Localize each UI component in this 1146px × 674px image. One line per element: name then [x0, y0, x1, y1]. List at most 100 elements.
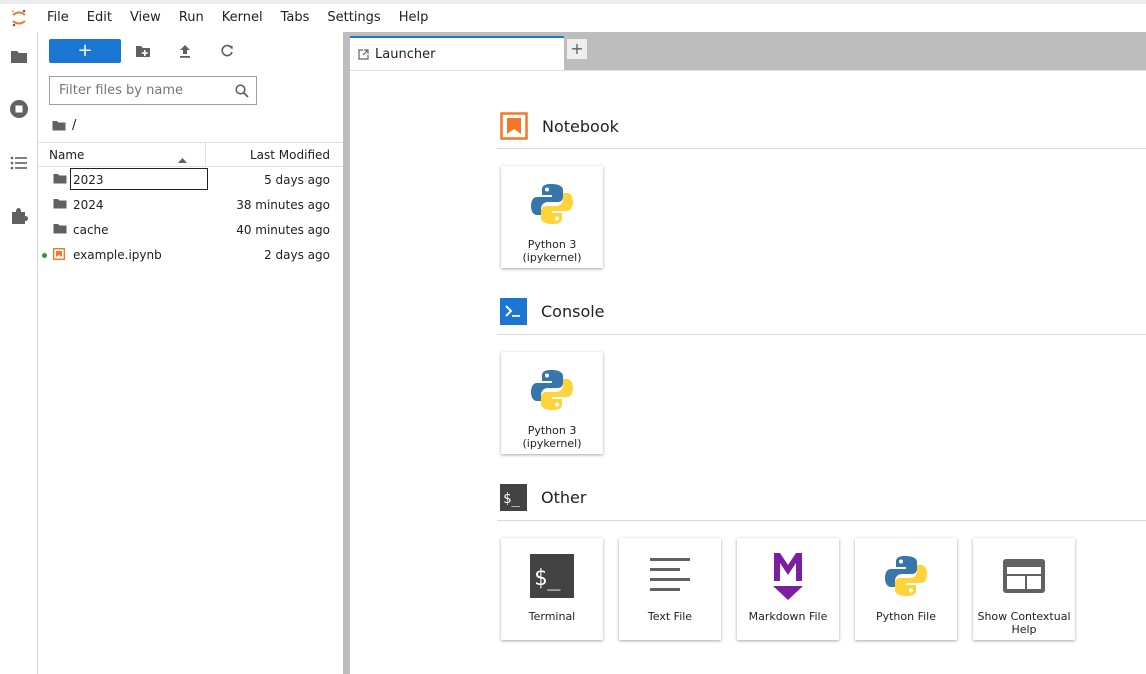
terminal-icon: $_ [500, 483, 527, 511]
extension-manager-tab[interactable] [0, 196, 37, 236]
menu-file[interactable]: File [38, 4, 78, 32]
menu-settings[interactable]: Settings [318, 4, 389, 32]
folder-icon[interactable] [52, 120, 66, 131]
menu-view[interactable]: View [121, 4, 170, 32]
table-of-contents-tab[interactable] [0, 143, 37, 183]
section-console: Console [500, 297, 605, 325]
plus-icon: + [77, 40, 93, 61]
new-launcher-button[interactable]: + [49, 39, 121, 63]
notebook-icon [500, 112, 528, 140]
upload-icon [180, 44, 190, 58]
file-modified: 38 minutes ago [236, 198, 330, 212]
table-row[interactable]: 2024 38 minutes ago [38, 193, 343, 218]
main-area: Launcher + Notebook Python 3 (ipykernel)… [350, 32, 1146, 674]
file-list-header: Name Last Modified [38, 142, 343, 167]
table-row[interactable]: example.ipynb 2 days ago [38, 243, 343, 268]
python-icon [530, 174, 574, 234]
puzzle-icon [11, 208, 28, 224]
section-divider [497, 520, 1146, 521]
stop-circle-icon [9, 100, 28, 118]
menu-tabs[interactable]: Tabs [272, 4, 319, 32]
new-folder-button[interactable] [131, 41, 155, 61]
terminal-icon: $_ [530, 546, 574, 606]
file-browser-panel: + / Name Last Modified 2023 [38, 32, 343, 674]
list-icon [10, 156, 27, 170]
card-label: Python 3 (ipykernel) [522, 238, 582, 264]
add-tab-button[interactable]: + [566, 38, 588, 60]
launcher-card-console-python3[interactable]: Python 3 (ipykernel) [501, 352, 603, 454]
section-other: $_ Other [500, 483, 586, 511]
search-icon [235, 83, 249, 102]
card-label: Text File [647, 610, 693, 623]
running-sessions-tab[interactable] [0, 89, 37, 129]
card-label: Terminal [528, 610, 576, 623]
file-browser-toolbar: + [38, 32, 343, 72]
svg-text:$_: $_ [534, 566, 561, 591]
console-icon [500, 297, 527, 325]
folder-icon [53, 173, 67, 187]
launcher-icon [358, 48, 369, 60]
text-file-icon [649, 546, 691, 606]
section-title: Notebook [542, 116, 619, 136]
section-divider [497, 334, 1146, 335]
upload-button[interactable] [173, 41, 197, 61]
jupyter-logo-icon [0, 4, 38, 32]
tab-launcher[interactable]: Launcher [350, 36, 564, 70]
new-folder-icon [136, 45, 150, 57]
folder-icon [10, 50, 27, 63]
menu-bar: File Edit View Run Kernel Tabs Settings … [0, 0, 1146, 32]
column-name[interactable]: Name [49, 148, 84, 162]
running-indicator [42, 253, 47, 258]
notebook-icon [52, 247, 66, 263]
section-title: Other [541, 487, 587, 507]
card-label: Python File [875, 610, 937, 623]
file-browser-tab[interactable] [0, 36, 37, 76]
file-modified: 2 days ago [264, 248, 330, 262]
tab-bar: Launcher + [350, 32, 1146, 70]
card-label: Python 3 (ipykernel) [522, 424, 582, 450]
folder-icon [53, 198, 67, 212]
file-list: 2023 5 days ago 2024 38 minutes ago cach… [38, 168, 343, 268]
file-name: 2023 [73, 173, 104, 187]
launcher-card-terminal[interactable]: $_ Terminal [501, 538, 603, 640]
refresh-button[interactable] [215, 41, 239, 61]
menu-help[interactable]: Help [390, 4, 438, 32]
file-filter [49, 76, 257, 105]
contextual-help-icon [1002, 546, 1046, 606]
launcher-card-notebook-python3[interactable]: Python 3 (ipykernel) [501, 166, 603, 268]
file-modified: 40 minutes ago [236, 223, 330, 237]
section-title: Console [541, 301, 605, 321]
launcher-card-text-file[interactable]: Text File [619, 538, 721, 640]
python-icon [884, 546, 928, 606]
file-name: 2024 [73, 198, 104, 212]
python-icon [530, 360, 574, 420]
table-row[interactable]: 2023 5 days ago [38, 168, 343, 193]
plus-icon: + [570, 39, 584, 58]
markdown-icon [772, 546, 804, 606]
menu-kernel[interactable]: Kernel [213, 4, 272, 32]
launcher-card-markdown-file[interactable]: Markdown File [737, 538, 839, 640]
section-notebook: Notebook [500, 112, 619, 140]
card-label: Show Contextual Help [977, 610, 1071, 636]
menu-run[interactable]: Run [170, 4, 213, 32]
refresh-icon [221, 44, 233, 57]
launcher-card-contextual-help[interactable]: Show Contextual Help [973, 538, 1075, 640]
tab-label: Launcher [375, 46, 436, 62]
breadcrumb-root[interactable]: / [72, 118, 76, 133]
tab-divider [350, 70, 1146, 71]
file-modified: 5 days ago [264, 173, 330, 187]
folder-icon [53, 223, 67, 237]
column-divider[interactable] [205, 143, 206, 167]
launcher-card-python-file[interactable]: Python File [855, 538, 957, 640]
caret-up-icon [178, 152, 187, 166]
svg-text:$_: $_ [503, 491, 520, 507]
menu-edit[interactable]: Edit [78, 4, 121, 32]
table-row[interactable]: cache 40 minutes ago [38, 218, 343, 243]
panel-splitter[interactable] [343, 32, 350, 674]
file-name: cache [73, 223, 109, 237]
activity-bar [0, 32, 38, 674]
column-last-modified[interactable]: Last Modified [250, 148, 330, 162]
section-divider [497, 148, 1146, 149]
file-filter-input[interactable] [59, 83, 229, 98]
breadcrumb: / [52, 116, 76, 134]
